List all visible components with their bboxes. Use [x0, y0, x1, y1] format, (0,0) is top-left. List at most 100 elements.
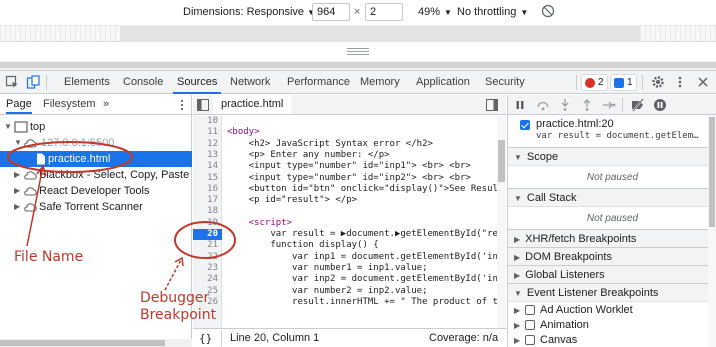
code-line: <button id="btn" onclick="display()">See… — [227, 183, 504, 194]
line-number[interactable]: 22 — [193, 252, 222, 263]
error-count: 2 — [598, 77, 604, 88]
event-checkbox[interactable] — [525, 305, 535, 315]
section-xhr-breakpoints[interactable]: ▶ XHR/fetch Breakpoints — [508, 229, 716, 248]
message-count: 1 — [627, 77, 633, 88]
section-dom-breakpoints[interactable]: ▶ DOM Breakpoints — [508, 247, 716, 266]
line-number[interactable]: 19 — [193, 218, 222, 229]
code-line: var inp2 = document.getElementById('in — [227, 274, 498, 285]
section-event-listener-breakpoints[interactable]: ▼ Event Listener Breakpoints — [508, 283, 716, 302]
width-input[interactable]: 964 — [312, 3, 350, 21]
tabbar-divider — [642, 75, 643, 90]
section-call-stack[interactable]: ▼ Call Stack — [508, 188, 716, 207]
tab-page[interactable]: Page — [6, 95, 32, 114]
close-devtools-icon[interactable] — [696, 75, 710, 89]
tree-item-label: Safe Torrent Scanner — [39, 201, 143, 213]
cloud-icon — [24, 139, 37, 148]
toggle-debugger-icon[interactable] — [486, 99, 498, 111]
debugger-scrollbar[interactable] — [708, 115, 716, 347]
line-number[interactable]: 18 — [193, 206, 222, 217]
toggle-navigator-icon[interactable] — [197, 99, 209, 111]
breakpoint-entry[interactable]: practice.html:20 var result = document.g… — [508, 115, 716, 145]
line-number[interactable]: 23 — [193, 263, 222, 274]
more-tabs-icon[interactable]: » — [103, 95, 109, 114]
code-line: var inp1 = document.getElementById('in — [227, 251, 498, 262]
inspect-element-icon[interactable] — [5, 75, 19, 89]
navigator-scrollbar[interactable] — [0, 339, 192, 347]
section-global-listeners[interactable]: ▶ Global Listeners — [508, 265, 716, 284]
throttle-caret-icon: ▼ — [520, 8, 529, 17]
rotate-icon[interactable] — [541, 4, 555, 18]
step-into-icon[interactable] — [558, 98, 572, 112]
tab-application[interactable]: Application — [412, 71, 474, 94]
message-count-badge[interactable]: 1 — [610, 74, 637, 91]
tab-network[interactable]: Network — [226, 71, 274, 94]
step-icon[interactable] — [602, 98, 616, 112]
code-line-breakpoint: var result = ▶document.▶getElementById("… — [227, 229, 498, 239]
event-checkbox[interactable] — [525, 320, 535, 330]
throttle-label: No throttling — [457, 6, 517, 18]
cloud-icon — [24, 203, 37, 212]
throttle-select[interactable]: No throttling ▼ — [457, 6, 528, 18]
line-number[interactable]: 10 — [193, 116, 222, 127]
code-line: function display() { — [227, 240, 379, 251]
line-number[interactable]: 17 — [193, 195, 222, 206]
step-out-icon[interactable] — [580, 98, 594, 112]
event-checkbox[interactable] — [525, 335, 535, 345]
section-label: Global Listeners — [525, 269, 605, 281]
tree-item-react-devtools[interactable]: ▶ React Developer Tools — [0, 183, 192, 199]
pause-icon[interactable] — [513, 98, 527, 112]
line-number[interactable]: 12 — [193, 139, 222, 150]
pause-on-exceptions-icon[interactable] — [653, 98, 667, 112]
tree-item-blackbox-extension[interactable]: ▶ Blackbox - Select, Copy, Paste & Se — [0, 167, 192, 183]
tab-elements[interactable]: Elements — [60, 71, 114, 94]
tab-performance[interactable]: Performance — [283, 71, 354, 94]
tree-item-practice-html[interactable]: practice.html — [0, 151, 192, 167]
line-number[interactable]: 24 — [193, 274, 222, 285]
device-toggle-icon[interactable] — [26, 75, 40, 89]
expand-arrow-icon: ▶ — [514, 336, 521, 345]
line-number[interactable]: 14 — [193, 161, 222, 172]
error-count-badge[interactable]: 2 — [581, 74, 608, 91]
event-item-ad-auction[interactable]: ▶ Ad Auction Worklet — [508, 303, 716, 318]
line-number[interactable]: 16 — [193, 184, 222, 195]
line-number[interactable]: 15 — [193, 173, 222, 184]
more-options-icon[interactable] — [673, 75, 687, 89]
expand-arrow-icon: ▶ — [514, 306, 521, 315]
devtools-tabbar: Elements Console Sources Network Perform… — [0, 70, 716, 94]
code-line: <input type="number" id="inp1"> <br> <br… — [227, 161, 471, 172]
step-over-icon[interactable] — [536, 98, 550, 112]
line-number[interactable]: 21 — [193, 240, 222, 251]
deactivate-breakpoints-icon[interactable] — [631, 98, 645, 112]
event-item-animation[interactable]: ▶ Animation — [508, 318, 716, 333]
tab-security[interactable]: Security — [481, 71, 529, 94]
tab-memory[interactable]: Memory — [356, 71, 404, 94]
tab-filesystem[interactable]: Filesystem — [43, 95, 96, 114]
line-number[interactable]: 11 — [193, 127, 222, 138]
tab-sources[interactable]: Sources — [173, 71, 222, 94]
tree-item-origin[interactable]: ▼ 127.0.0.1:5500 — [0, 135, 192, 151]
tab-console[interactable]: Console — [119, 71, 167, 94]
navigator-tabs: Page Filesystem » — [0, 95, 191, 115]
tree-item-safe-torrent-scanner[interactable]: ▶ Safe Torrent Scanner — [0, 199, 192, 215]
navigator-menu-icon[interactable] — [176, 99, 188, 111]
resize-handle[interactable] — [347, 48, 369, 56]
frame-icon — [14, 121, 28, 133]
zoom-select[interactable]: 49% ▼ — [418, 6, 452, 18]
code-area[interactable]: 10 11 12 13 14 15 16 17 18 19 20 21 22 2… — [193, 116, 506, 328]
breakpoint-checkbox[interactable] — [520, 120, 530, 130]
settings-gear-icon[interactable] — [651, 75, 665, 89]
section-scope[interactable]: ▼ Scope — [508, 147, 716, 166]
code-line: <input type="number" id="inp2"> <br> <br… — [227, 172, 471, 183]
viewport-scrollbar[interactable] — [0, 61, 716, 70]
tree-item-label: 127.0.0.1:5500 — [41, 137, 115, 149]
editor-scrollbar[interactable] — [497, 116, 506, 328]
code-line: <body> — [227, 127, 260, 138]
tree-item-top[interactable]: ▼ top — [0, 119, 192, 135]
breakpoint-marker[interactable]: 20 — [193, 229, 222, 241]
pretty-print-icon[interactable]: {} — [199, 332, 212, 345]
line-number[interactable]: 13 — [193, 150, 222, 161]
dimensions-select[interactable]: Dimensions: Responsive▼ — [183, 6, 315, 18]
event-item-canvas[interactable]: ▶ Canvas — [508, 333, 716, 347]
height-input[interactable]: 2 — [365, 3, 403, 21]
editor-tab-practice-html[interactable]: practice.html — [213, 95, 292, 114]
